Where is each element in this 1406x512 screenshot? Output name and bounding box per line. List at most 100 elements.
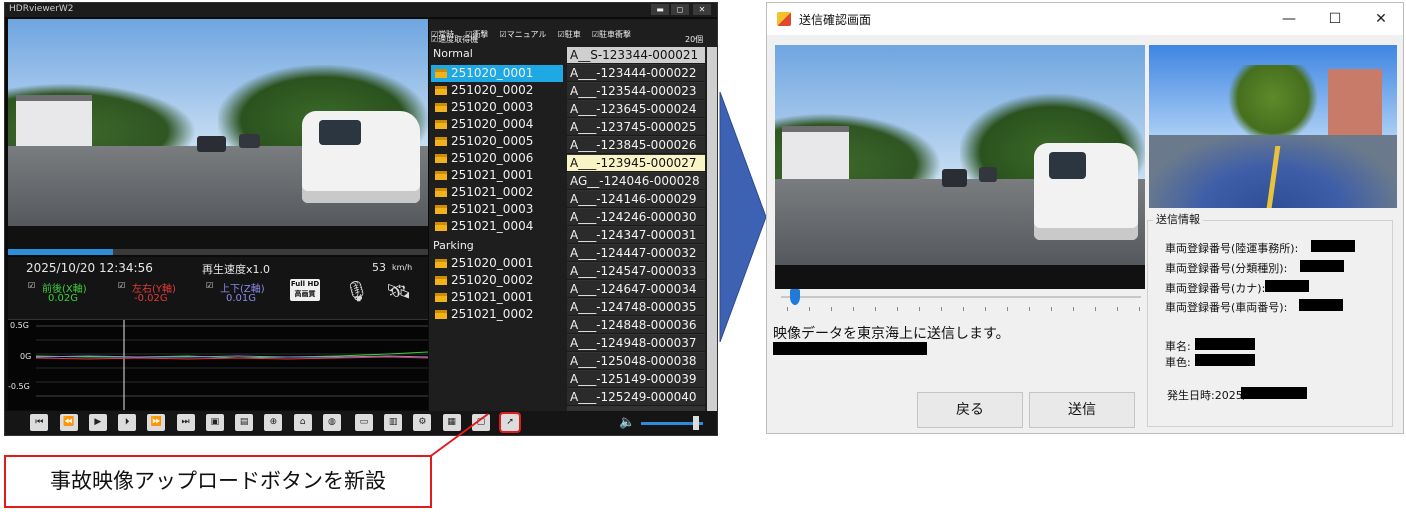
trash-icon[interactable]: ▥ (384, 414, 403, 431)
playback-progress-fill (8, 249, 113, 255)
g-sensor-graph: 0.5G 0G -0.5G (8, 319, 429, 410)
video-icon[interactable]: ▤ (235, 414, 254, 431)
dialog-close-button[interactable]: ✕ (1359, 7, 1403, 31)
wide-preview-building (1327, 69, 1383, 143)
reg-kana-label: 車両登録番号(カナ): (1165, 282, 1266, 295)
filter-manual[interactable]: ☑マニュアル (500, 30, 547, 39)
list-item[interactable]: 251020_0005 (431, 133, 563, 150)
recording-id-item[interactable]: A___-124547-000033 (567, 263, 705, 280)
skip-end-icon[interactable]: ⏭ (176, 414, 195, 431)
vehicle-speed: 53 (372, 261, 386, 274)
filter-speed[interactable]: ☑速度取得機 (431, 34, 478, 45)
dialog-maximize-button[interactable]: ☐ (1313, 7, 1357, 31)
list-item[interactable]: 251021_0004 (431, 218, 563, 235)
dialog-minimize-button[interactable]: — (1267, 7, 1311, 31)
recording-id-item[interactable]: A___-123745-000025 (567, 119, 705, 136)
annotation-callout: 事故映像アップロードボタンを新設 (4, 455, 432, 508)
seek-tick (809, 307, 810, 311)
map-icon[interactable]: ⌂ (293, 414, 312, 431)
redacted-occurrence-datetime (1241, 387, 1307, 399)
volume-slider-thumb[interactable] (693, 416, 699, 430)
list-item[interactable]: 251021_0002 (431, 184, 563, 201)
list-item[interactable]: 251021_0001 (431, 289, 563, 306)
step-icon[interactable]: ⏵ (118, 414, 137, 431)
recording-id-item[interactable]: A___-124948-000037 (567, 335, 705, 352)
badge-line-1: Full HD (290, 280, 320, 288)
list-item[interactable]: 251020_0001 (431, 65, 563, 82)
recording-id-item[interactable]: A___-123845-000026 (567, 137, 705, 154)
list-item[interactable]: 251020_0006 (431, 150, 563, 167)
video-file-icon (435, 69, 447, 78)
recording-id-item[interactable]: A___-123444-000022 (567, 65, 705, 82)
recording-id-item[interactable]: A___-123645-000024 (567, 101, 705, 118)
list-item[interactable]: 251020_0003 (431, 99, 563, 116)
dialog-titlebar: 送信確認画面 — ☐ ✕ (767, 3, 1403, 35)
video-file-icon (435, 103, 447, 112)
annotation-text: 事故映像アップロードボタンを新設 (50, 469, 386, 493)
recording-id-item[interactable]: A___-124748-000035 (567, 299, 705, 316)
video-house (16, 94, 92, 147)
volume-icon[interactable]: 🔈 (619, 415, 635, 430)
skip-start-icon[interactable]: ⏮ (30, 414, 49, 431)
recording-id-item[interactable]: A___-123945-000027 (567, 155, 705, 172)
z-axis-checkbox[interactable]: ☑ (206, 281, 213, 290)
folder-icon[interactable]: ▭ (354, 414, 373, 431)
play-icon[interactable]: ▶ (88, 414, 107, 431)
recording-id-item[interactable]: A___-124647-000034 (567, 281, 705, 298)
playback-progress-bar[interactable] (8, 249, 428, 255)
rewind-icon[interactable]: ⏪ (59, 414, 78, 431)
microphone-icon[interactable]: 🎙 (344, 279, 369, 303)
recording-id-item[interactable]: A___-125149-000039 (567, 371, 705, 388)
preview-seek-thumb[interactable] (790, 289, 801, 305)
recording-id-item[interactable]: A___-124146-000029 (567, 191, 705, 208)
filter-parking[interactable]: ☑駐車 (558, 30, 581, 39)
list-item[interactable]: 251021_0003 (431, 201, 563, 218)
x-axis-checkbox[interactable]: ☑ (28, 281, 35, 290)
list-item[interactable]: 251020_0002 (431, 82, 563, 99)
recording-id-item[interactable]: A__S-123344-000021 (567, 47, 705, 64)
globe-icon[interactable]: ◍ (322, 414, 341, 431)
seek-tick (963, 307, 964, 311)
fast-forward-icon[interactable]: ⏩ (147, 414, 166, 431)
timestamp: 2025/10/20 12:34:56 (26, 261, 153, 275)
send-button[interactable]: 送信 (1029, 392, 1135, 428)
main-video-frame[interactable] (8, 19, 428, 249)
file-count: 20個 (685, 35, 704, 44)
close-button[interactable]: ✕ (693, 4, 711, 15)
hdr-viewer-window: HDRviewerW2 ▬ ◻ ✕ 2025/10/20 12:34:56 再生… (4, 2, 718, 436)
preview-seek-track[interactable] (781, 296, 1141, 298)
camera-icon[interactable]: ▣ (205, 414, 224, 431)
list-item[interactable]: 251020_0002 (431, 272, 563, 289)
list-item[interactable]: 251021_0001 (431, 167, 563, 184)
minimize-button[interactable]: ▬ (651, 4, 669, 15)
upload-icon[interactable]: ➚ (499, 412, 522, 433)
id-list-scrollbar[interactable] (707, 47, 717, 411)
recording-id-item[interactable]: A___-123544-000023 (567, 83, 705, 100)
recording-id-item[interactable]: A___-124447-000032 (567, 245, 705, 262)
z-axis-value: 0.01G (226, 293, 257, 304)
filter-parking-impact[interactable]: ☑駐車衝撃 (592, 30, 631, 39)
zoom-icon[interactable]: ⊕ (264, 414, 283, 431)
list-item[interactable]: 251021_0002 (431, 306, 563, 323)
recording-id-item[interactable]: AG__-124046-000028 (567, 173, 705, 190)
recording-id-item[interactable]: A___-125249-000040 (567, 389, 705, 406)
video-file-icon (435, 86, 447, 95)
y-axis-checkbox[interactable]: ☑ (118, 281, 125, 290)
list-item[interactable]: 251020_0001 (431, 255, 563, 272)
video-file-icon (435, 188, 447, 197)
recording-id-item[interactable]: A___-124246-000030 (567, 209, 705, 226)
preview-dashboard (775, 264, 1145, 289)
list-item[interactable]: 251020_0004 (431, 116, 563, 133)
back-button[interactable]: 戻る (917, 392, 1023, 428)
recording-id-item[interactable]: A___-124848-000036 (567, 317, 705, 334)
viewer-toolbar: ⏮ ⏪ ▶ ⏵ ⏩ ⏭ ▣ ▤ ⊕ ⌂ ◍ ▭ ▥ ⚙ ▦ ▢ ➚ 🔈 (5, 411, 717, 435)
car-name-label: 車名: (1165, 340, 1191, 353)
transition-arrow (719, 92, 767, 342)
recording-id-item[interactable]: A___-124347-000031 (567, 227, 705, 244)
seek-tick (985, 307, 986, 311)
recording-id-item[interactable]: A___-125048-000038 (567, 353, 705, 370)
maximize-button[interactable]: ◻ (671, 4, 689, 15)
graph-tick-top: 0.5G (10, 321, 29, 330)
transition-arrow-shape (719, 92, 767, 342)
section-parking: Parking (433, 239, 474, 252)
